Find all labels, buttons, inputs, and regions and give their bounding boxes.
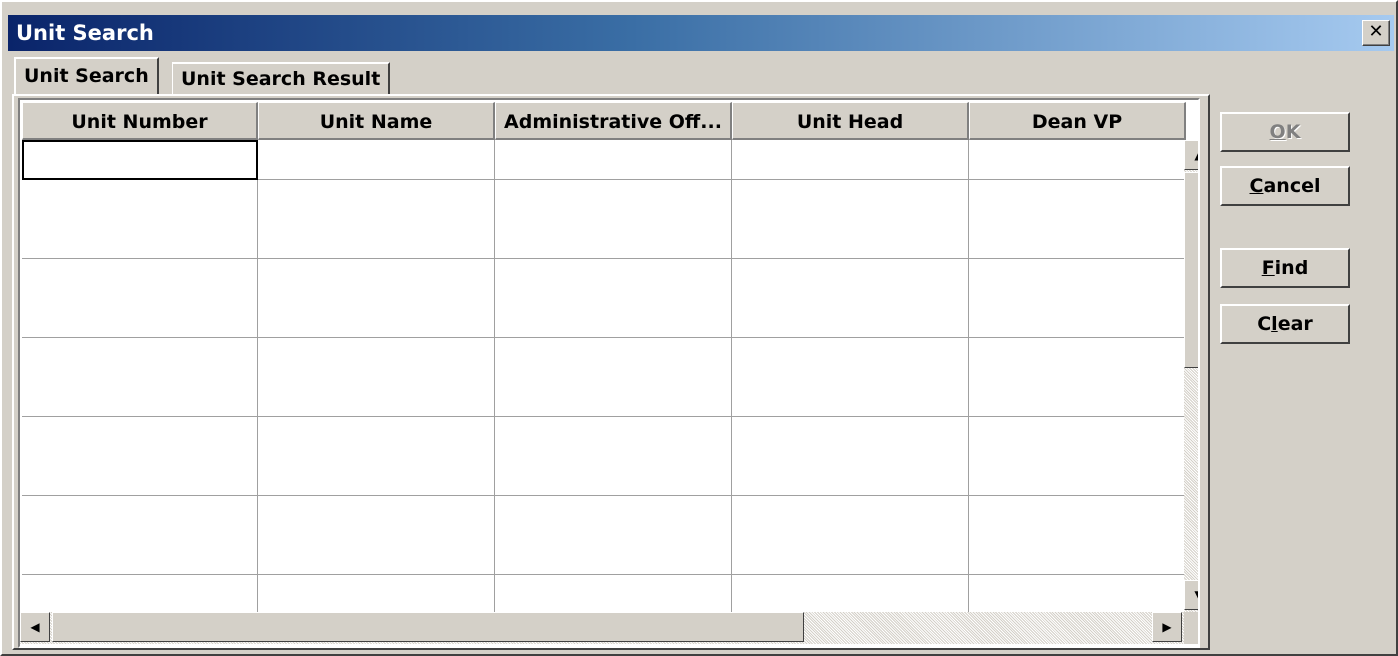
grid-cell[interactable] [969,456,1186,496]
grid-cell[interactable] [258,416,495,457]
column-header[interactable]: Unit Head [732,102,969,140]
grid-cell[interactable] [22,219,258,259]
tab-unit-search[interactable]: Unit Search [14,57,159,95]
grid-cell[interactable] [22,377,258,417]
grid-cell[interactable] [732,535,969,575]
column-header[interactable]: Dean VP [969,102,1186,140]
grid-cell[interactable] [969,337,1186,378]
grid-cell[interactable] [22,495,258,536]
grid-cell[interactable] [22,298,258,338]
horizontal-scroll-thumb[interactable] [52,612,804,642]
grid-cell[interactable] [969,179,1186,220]
grid-cell[interactable] [495,456,732,496]
grid-cell[interactable] [258,495,495,536]
grid-cell[interactable] [258,179,495,220]
clear-label-pre: C [1257,313,1272,335]
grid-cell[interactable] [495,377,732,417]
grid-cell[interactable] [22,535,258,575]
grid-cell[interactable] [732,258,969,299]
grid-cell[interactable] [22,416,258,457]
grid-cell[interactable] [969,140,1186,180]
vertical-scroll-thumb[interactable] [1184,172,1198,368]
vertical-scrollbar[interactable]: ▲ ▼ [1184,140,1198,612]
grid-cell[interactable] [969,219,1186,259]
grid-cell[interactable] [969,495,1186,536]
grid-cell[interactable] [258,456,495,496]
grid-cell[interactable] [258,337,495,378]
grid-cell[interactable] [22,258,258,299]
close-icon[interactable]: ✕ [1362,20,1390,46]
grid-cell[interactable] [495,337,732,378]
tab-unit-search-result[interactable]: Unit Search Result [172,62,391,94]
column-header[interactable]: Unit Name [258,102,495,140]
grid-cell[interactable] [732,456,969,496]
scrollbar-corner [1184,612,1198,644]
grid-cell[interactable] [22,456,258,496]
grid-cell[interactable] [732,140,969,180]
grid-cell[interactable] [495,258,732,299]
scroll-left-icon[interactable]: ◀ [20,612,50,642]
grid-cell[interactable] [732,179,969,220]
grid-cell[interactable] [22,337,258,378]
grid-cell[interactable] [258,535,495,575]
grid-cell[interactable] [969,377,1186,417]
cancel-button[interactable]: Cancel [1220,166,1350,206]
grid-cell[interactable] [495,298,732,338]
grid-cell[interactable] [495,416,732,457]
grid-cell[interactable] [22,140,258,180]
column-header[interactable]: Administrative Off... [495,102,732,140]
scroll-down-icon[interactable]: ▼ [1184,580,1198,610]
horizontal-scrollbar[interactable]: ◀ ▶ [20,612,1184,644]
grid-cell[interactable] [258,377,495,417]
grid-cell[interactable] [495,179,732,220]
grid-cell[interactable] [969,258,1186,299]
grid-cell[interactable] [495,535,732,575]
title-bar: Unit Search ✕ [8,15,1394,51]
grid-cell[interactable] [258,298,495,338]
grid-cell[interactable] [732,337,969,378]
search-criteria-grid[interactable]: Unit Number Unit Name Administrative Off..… [18,98,1200,648]
grid-cell[interactable] [969,574,1186,615]
grid-cell[interactable] [258,574,495,615]
unit-search-window: Unit Search ✕ Unit Search Unit Search Re… [0,0,1398,656]
grid-cell[interactable] [495,574,732,615]
cancel-label-post: ancel [1263,175,1321,197]
cancel-accel: C [1249,175,1264,197]
grid-cell[interactable] [258,219,495,259]
grid-cell[interactable] [22,574,258,615]
grid-cell[interactable] [732,298,969,338]
grid-cell[interactable] [495,219,732,259]
grid-cell[interactable] [258,258,495,299]
grid-cell[interactable] [732,416,969,457]
grid-cell[interactable] [969,535,1186,575]
scroll-right-icon[interactable]: ▶ [1152,612,1182,642]
grid-cell[interactable] [732,495,969,536]
scroll-up-icon[interactable]: ▲ [1184,140,1198,170]
grid-cell[interactable] [495,495,732,536]
grid-cell[interactable] [969,298,1186,338]
column-header[interactable]: Unit Number [22,102,258,140]
grid-cell[interactable] [969,416,1186,457]
grid-cell[interactable] [732,219,969,259]
grid-cell[interactable] [258,140,495,180]
grid-cell[interactable] [732,574,969,615]
ok-button[interactable]: OK [1220,112,1350,152]
clear-button[interactable]: Clear [1220,304,1350,344]
clear-label-post: ear [1277,313,1313,335]
grid-cell[interactable] [732,377,969,417]
window-title: Unit Search [16,21,154,45]
ok-accel: O [1269,121,1286,143]
grid-cell[interactable] [495,140,732,180]
find-label-post: ind [1274,257,1309,279]
find-accel: F [1261,257,1275,279]
grid-cell[interactable] [22,179,258,220]
ok-label-post: K [1285,121,1301,143]
find-button[interactable]: Find [1220,248,1350,288]
